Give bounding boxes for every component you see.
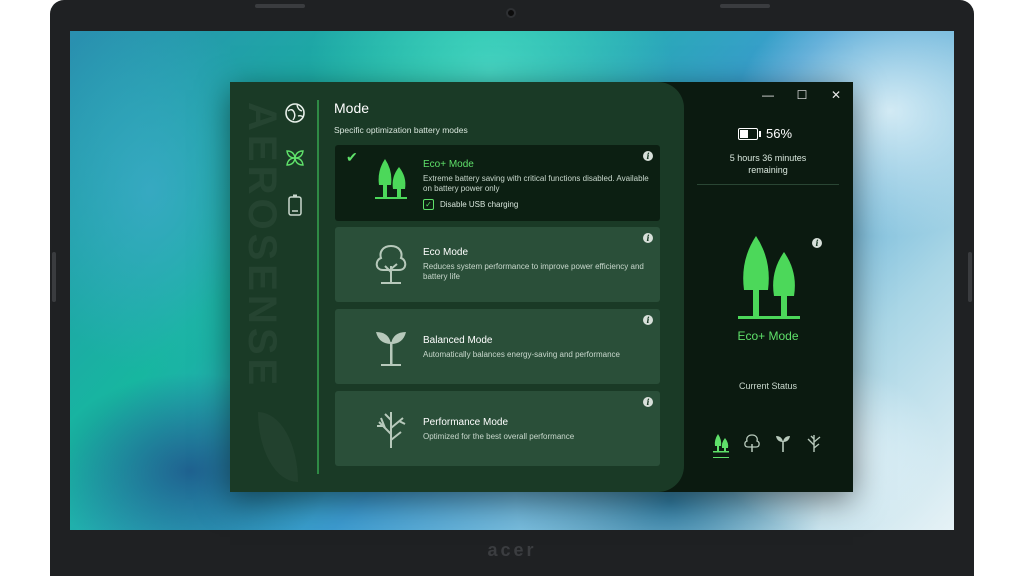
time-remaining-label: remaining <box>748 165 788 175</box>
mode-description: Automatically balances energy-saving and… <box>423 350 620 359</box>
bezel-notch-right <box>720 4 770 8</box>
page-title: Mode <box>334 100 370 116</box>
battery-level-icon <box>738 127 761 140</box>
globe-icon[interactable] <box>282 100 308 126</box>
battery-status: 56% <box>738 126 792 141</box>
mode-card-balanced[interactable]: Balanced Mode Automatically balances ene… <box>335 309 660 384</box>
checkmark-icon: ✔ <box>346 149 358 165</box>
mode-panel: AEROSENSE Mode Specific optimization bat… <box>230 82 684 492</box>
info-icon[interactable]: i <box>643 397 653 407</box>
current-mode-name: Eco+ Mode <box>737 329 799 343</box>
info-icon[interactable]: i <box>643 315 653 325</box>
close-button[interactable]: ✕ <box>828 88 844 102</box>
info-icon[interactable]: i <box>643 233 653 243</box>
mode-name: Eco Mode <box>423 247 469 258</box>
tree-icon <box>369 242 413 286</box>
battery-percent: 56% <box>766 126 793 141</box>
mode-card-eco-plus[interactable]: ✔ Eco+ Mode Extreme battery saving with … <box>335 145 660 221</box>
mode-card-performance[interactable]: Performance Mode Optimized for the best … <box>335 391 660 466</box>
mode-name: Eco+ Mode <box>423 159 474 170</box>
time-remaining-value: 5 hours 36 minutes <box>729 153 807 163</box>
sprout-icon <box>369 324 413 368</box>
mini-sprout-icon[interactable] <box>773 432 793 454</box>
webcam <box>506 8 516 18</box>
minimize-button[interactable]: — <box>760 88 776 102</box>
mini-tree-icon[interactable] <box>742 432 762 454</box>
battery-icon[interactable] <box>282 192 308 218</box>
mode-name: Performance Mode <box>423 417 509 428</box>
info-icon[interactable]: i <box>812 238 822 248</box>
usb-charging-option[interactable]: ✓ Disable USB charging <box>423 199 518 210</box>
info-icon[interactable]: i <box>643 151 653 161</box>
two-trees-icon <box>369 157 413 201</box>
hinge-right <box>968 252 972 302</box>
divider <box>697 184 839 185</box>
brand-logo: acer <box>487 540 537 560</box>
time-remaining: 5 hours 36 minutes remaining <box>708 152 828 176</box>
usb-charging-label: Disable USB charging <box>440 200 519 209</box>
bezel-notch-left <box>255 4 305 8</box>
mode-description: Extreme battery saving with critical fun… <box>423 174 649 193</box>
eco-plus-trees-icon <box>730 234 808 324</box>
nav-rail <box>317 100 319 474</box>
mode-description: Optimized for the best overall performan… <box>423 432 575 441</box>
maximize-button[interactable]: ☐ <box>794 88 810 102</box>
current-status-label: Current Status <box>738 381 798 391</box>
page-subtitle: Specific optimization battery modes <box>334 125 468 135</box>
mode-card-eco[interactable]: Eco Mode Reduces system performance to i… <box>335 227 660 302</box>
aerosense-window: AEROSENSE Mode Specific optimization bat… <box>230 82 853 492</box>
mode-description: Reduces system performance to improve po… <box>423 262 644 281</box>
leaves-icon[interactable] <box>282 145 308 171</box>
hinge-left <box>52 252 56 302</box>
bare-tree-icon <box>369 406 413 450</box>
usb-charging-checkbox[interactable]: ✓ <box>423 199 434 210</box>
mode-name: Balanced Mode <box>423 335 493 346</box>
mini-bare-tree-icon[interactable] <box>804 432 824 454</box>
mini-two-trees-icon[interactable] <box>711 432 731 458</box>
